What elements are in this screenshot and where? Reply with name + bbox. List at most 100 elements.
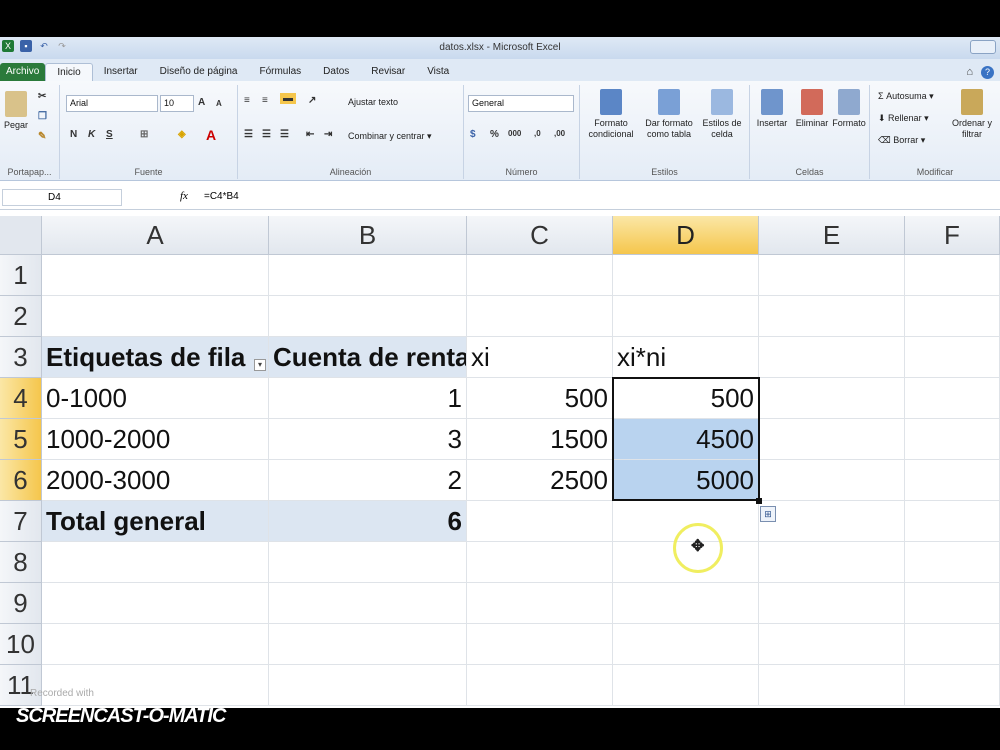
tab-archivo[interactable]: Archivo: [0, 63, 46, 81]
underline-button[interactable]: S: [106, 129, 113, 140]
grid-cell[interactable]: [42, 583, 269, 624]
name-box[interactable]: D4: [2, 189, 122, 206]
grid-cell[interactable]: [905, 542, 1000, 583]
help-icon[interactable]: ?: [981, 65, 994, 79]
grid-cell[interactable]: [613, 255, 759, 296]
grid-cell[interactable]: [613, 583, 759, 624]
row-header-7[interactable]: 7: [0, 501, 42, 542]
row-header-4[interactable]: 4: [0, 378, 42, 419]
borders-icon[interactable]: ⊞: [140, 129, 148, 140]
row-header-6[interactable]: 6: [0, 460, 42, 501]
align-bottom-icon[interactable]: ▬: [280, 93, 296, 104]
cell-c4[interactable]: 500: [467, 378, 613, 419]
increase-decimal-icon[interactable]: ,0: [534, 129, 541, 138]
grid-cell[interactable]: [905, 583, 1000, 624]
format-cells-button[interactable]: Formato: [830, 89, 868, 129]
select-all-button[interactable]: [0, 216, 42, 255]
grid-cell[interactable]: [42, 665, 269, 706]
row-header-9[interactable]: 9: [0, 583, 42, 624]
minimize-ribbon-icon[interactable]: ⌂: [966, 66, 973, 78]
fill-handle[interactable]: [756, 498, 762, 504]
row-header-3[interactable]: 3: [0, 337, 42, 378]
font-color-icon[interactable]: A: [206, 127, 216, 143]
column-header-c[interactable]: C: [467, 216, 613, 255]
row-header-8[interactable]: 8: [0, 542, 42, 583]
delete-cells-button[interactable]: Eliminar: [792, 89, 832, 129]
grid-cell[interactable]: [759, 337, 905, 378]
grid-cell[interactable]: [759, 501, 905, 542]
cell-d3[interactable]: xi*ni: [613, 337, 759, 378]
column-header-f[interactable]: F: [905, 216, 1000, 255]
number-format-select[interactable]: General: [468, 95, 574, 112]
fill-color-icon[interactable]: ◈: [178, 129, 186, 140]
cell-styles-button[interactable]: Estilos de celda: [698, 89, 746, 140]
grid-cell[interactable]: [759, 255, 905, 296]
grid-cell[interactable]: [467, 501, 613, 542]
cell-a6[interactable]: 2000-3000: [42, 460, 269, 501]
column-header-e[interactable]: E: [759, 216, 905, 255]
shrink-font-icon[interactable]: A: [216, 99, 222, 108]
grid-cell[interactable]: [905, 501, 1000, 542]
grow-font-icon[interactable]: A: [198, 97, 205, 108]
column-header-d[interactable]: D: [613, 216, 759, 255]
cell-c5[interactable]: 1500: [467, 419, 613, 460]
grid-cell[interactable]: [467, 255, 613, 296]
paste-options-icon[interactable]: ⊞: [760, 506, 776, 522]
align-left-icon[interactable]: ☰: [244, 129, 253, 140]
grid-cell[interactable]: [905, 296, 1000, 337]
increase-indent-icon[interactable]: ⇥: [324, 129, 332, 140]
italic-button[interactable]: K: [88, 129, 95, 140]
grid-cell[interactable]: [467, 583, 613, 624]
wrap-text-button[interactable]: Ajustar texto: [348, 97, 398, 108]
accounting-format-icon[interactable]: $: [470, 129, 476, 140]
grid-cell[interactable]: [759, 624, 905, 665]
cell-b5[interactable]: 3: [269, 419, 467, 460]
row-header-1[interactable]: 1: [0, 255, 42, 296]
grid-cell[interactable]: [269, 665, 467, 706]
tab-diseno-pagina[interactable]: Diseño de página: [149, 63, 249, 81]
percent-icon[interactable]: %: [490, 129, 499, 140]
cut-icon[interactable]: ✂: [38, 91, 46, 102]
row-header-5[interactable]: 5: [0, 419, 42, 460]
grid-cell[interactable]: [759, 419, 905, 460]
grid-cell[interactable]: [269, 296, 467, 337]
grid-cell[interactable]: [905, 665, 1000, 706]
cell-b4[interactable]: 1: [269, 378, 467, 419]
grid-cell[interactable]: [759, 296, 905, 337]
grid-cell[interactable]: [269, 255, 467, 296]
font-name-select[interactable]: Arial: [66, 95, 158, 112]
grid-cell[interactable]: [613, 296, 759, 337]
grid-cell[interactable]: [613, 665, 759, 706]
grid-cell[interactable]: [42, 296, 269, 337]
tab-datos[interactable]: Datos: [312, 63, 360, 81]
insert-cells-button[interactable]: Insertar: [752, 89, 792, 129]
align-top-icon[interactable]: ≡: [244, 95, 250, 106]
grid-cell[interactable]: [905, 419, 1000, 460]
tab-vista[interactable]: Vista: [416, 63, 460, 81]
comma-style-icon[interactable]: 000: [508, 129, 521, 138]
align-center-icon[interactable]: ☰: [262, 129, 271, 140]
grid-cell[interactable]: [759, 583, 905, 624]
cell-a5[interactable]: 1000-2000: [42, 419, 269, 460]
grid-cell[interactable]: [269, 583, 467, 624]
tab-insertar[interactable]: Insertar: [93, 63, 149, 81]
row-header-2[interactable]: 2: [0, 296, 42, 337]
cell-a3[interactable]: Etiquetas de fila: [42, 337, 269, 378]
cell-a4[interactable]: 0-1000: [42, 378, 269, 419]
font-size-select[interactable]: 10: [160, 95, 194, 112]
bold-button[interactable]: N: [70, 129, 77, 140]
grid-cell[interactable]: [42, 255, 269, 296]
cell-b3[interactable]: Cuenta de renta: [269, 337, 467, 378]
autosum-button[interactable]: Σ Autosuma ▾: [878, 91, 934, 102]
grid-cell[interactable]: [905, 624, 1000, 665]
tab-formulas[interactable]: Fórmulas: [248, 63, 312, 81]
merge-center-button[interactable]: Combinar y centrar ▾: [348, 131, 432, 142]
grid-cell[interactable]: [759, 378, 905, 419]
sort-filter-button[interactable]: Ordenar y filtrar: [950, 89, 994, 140]
grid-cell[interactable]: [269, 624, 467, 665]
grid-cell[interactable]: [759, 665, 905, 706]
cell-b6[interactable]: 2: [269, 460, 467, 501]
decrease-indent-icon[interactable]: ⇤: [306, 129, 314, 140]
formula-input[interactable]: =C4*B4: [204, 191, 239, 202]
grid-cell[interactable]: [467, 624, 613, 665]
